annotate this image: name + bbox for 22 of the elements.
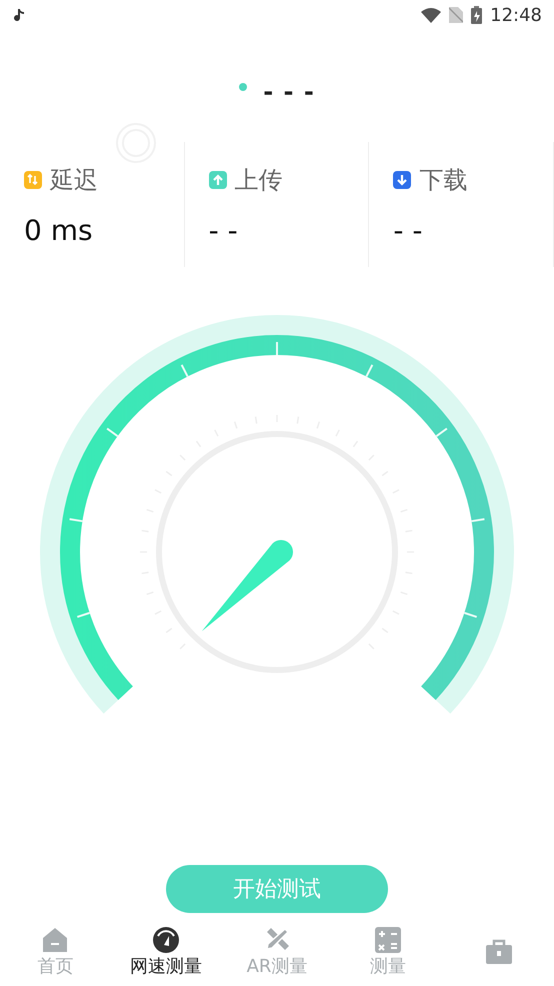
status-dot bbox=[239, 83, 248, 91]
stat-value: 0 ms bbox=[24, 213, 94, 249]
no-sim-icon bbox=[449, 7, 464, 23]
wifi-icon bbox=[421, 8, 442, 22]
server-name: - - - bbox=[263, 77, 315, 108]
stat-value: - - bbox=[208, 213, 239, 249]
gauge-icon bbox=[152, 926, 180, 954]
stat-label: 延迟 bbox=[50, 165, 98, 196]
clock-time: 12:48 bbox=[490, 4, 542, 28]
stat-label: 上传 bbox=[234, 165, 283, 196]
calculator-icon bbox=[374, 926, 402, 954]
stat-value: - - bbox=[393, 213, 424, 249]
nav-tab[interactable]: 测量 bbox=[332, 916, 444, 986]
house-icon bbox=[41, 926, 70, 954]
start-test-button[interactable]: 开始测试 bbox=[166, 865, 388, 913]
stat-label: 下载 bbox=[419, 165, 468, 196]
toolbox-icon bbox=[484, 938, 513, 966]
nav-tab[interactable]: 首页 bbox=[0, 916, 111, 986]
battery-icon bbox=[471, 6, 482, 24]
nav-tab[interactable]: AR测量 bbox=[222, 916, 332, 986]
nav-tab[interactable]: 网速测量 bbox=[110, 916, 222, 986]
music-note-icon bbox=[14, 8, 24, 22]
